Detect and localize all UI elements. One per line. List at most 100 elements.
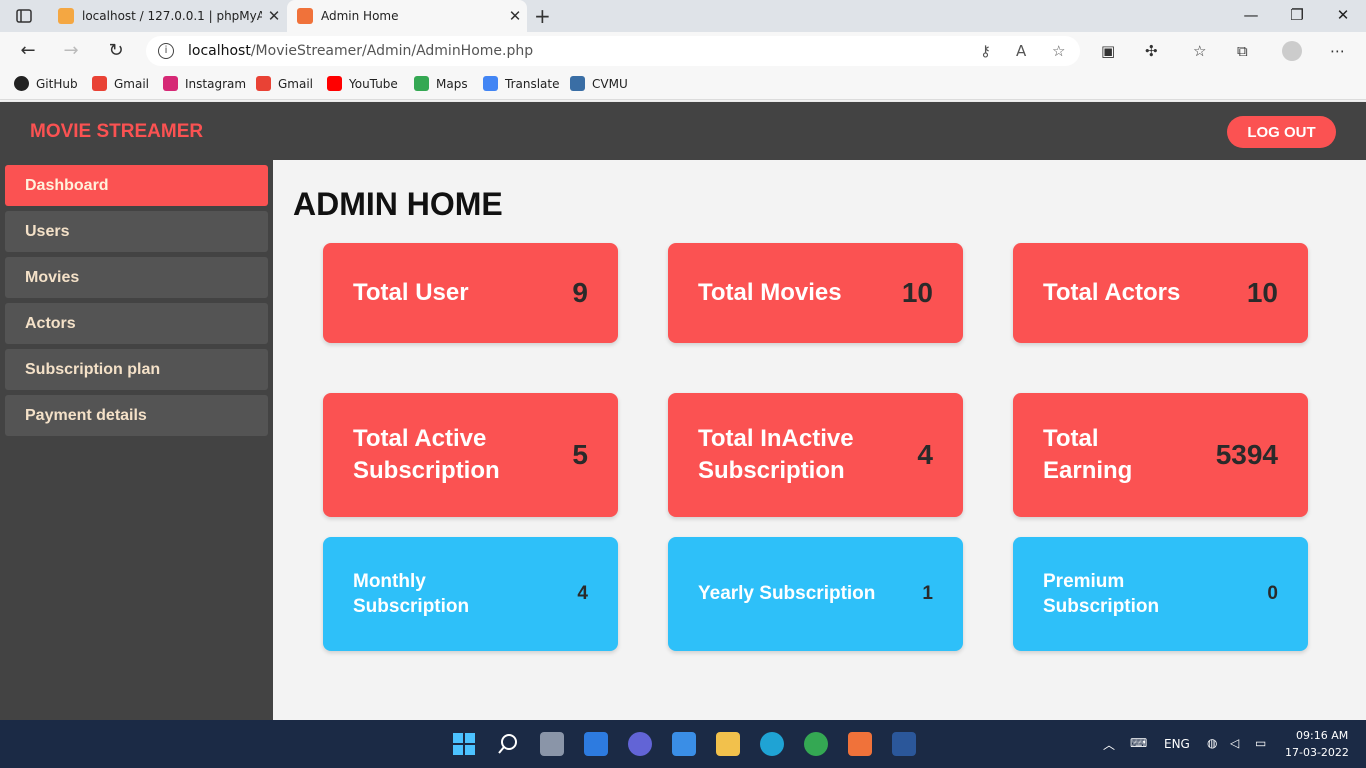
close-icon[interactable]: ✕ [503, 7, 527, 25]
teams-chat-icon[interactable] [628, 732, 652, 756]
edge-icon[interactable] [760, 732, 784, 756]
bookmark-label: YouTube [349, 76, 398, 91]
favorite-add-icon[interactable]: ☆ [1052, 42, 1065, 60]
sidebar-item-movies[interactable]: Movies [5, 257, 268, 298]
minimize-button[interactable]: — [1236, 6, 1266, 24]
clock-time[interactable]: 09:16 AM [1296, 729, 1348, 742]
language-indicator[interactable]: ENG [1164, 737, 1190, 751]
chevron-up-icon[interactable]: ︿ [1103, 736, 1115, 753]
file-explorer-icon[interactable] [716, 732, 740, 756]
plan-card-yearly[interactable]: Yearly Subscription 1 [668, 537, 963, 651]
bookmark-maps[interactable]: Maps [414, 76, 468, 91]
bookmark-gmail[interactable]: Gmail [92, 76, 149, 91]
plan-card-premium[interactable]: Premium Subscription 0 [1013, 537, 1308, 651]
new-tab-button[interactable]: + [534, 4, 551, 28]
keyboard-icon[interactable]: ⌨ [1130, 736, 1147, 750]
tab-phpmyadmin[interactable]: localhost / 127.0.0.1 | phpMyAdmin ✕ [48, 0, 286, 32]
translate-icon [483, 76, 498, 91]
stat-value: 4 [917, 439, 933, 470]
search-icon[interactable] [496, 732, 520, 756]
stat-card-active-subscription[interactable]: Total Active Subscription 5 [323, 393, 618, 517]
instagram-icon [163, 76, 178, 91]
address-toolbar: ← → ↻ i localhost/MovieStreamer/Admin/Ad… [0, 32, 1366, 70]
volume-icon[interactable]: ◁ [1230, 736, 1239, 750]
bookmark-label: Gmail [114, 76, 150, 91]
plan-value: 1 [922, 583, 933, 604]
browser-tab-bar: localhost / 127.0.0.1 | phpMyAdmin ✕ Adm… [0, 0, 1366, 32]
address-bar[interactable]: i localhost/MovieStreamer/Admin/AdminHom… [146, 36, 1080, 66]
stat-value: 5 [572, 439, 588, 470]
restore-button[interactable]: ❐ [1282, 6, 1312, 24]
favorites-icon[interactable]: ☆ [1193, 42, 1206, 60]
plan-label: Yearly Subscription [698, 583, 876, 605]
chrome-icon[interactable] [804, 732, 828, 756]
store-icon[interactable] [672, 732, 696, 756]
tab-title: Admin Home [321, 9, 399, 23]
window-close-button[interactable]: ✕ [1328, 6, 1358, 24]
stat-label: Total InActive Subscription [698, 425, 854, 484]
word-icon[interactable] [892, 732, 916, 756]
sidebar-item-users[interactable]: Users [5, 211, 268, 252]
profile-avatar[interactable] [1282, 41, 1302, 61]
refresh-button[interactable]: ↻ [104, 40, 128, 64]
plan-label: Monthly Subscription [353, 570, 470, 617]
url-text[interactable]: localhost/MovieStreamer/Admin/AdminHome.… [188, 43, 533, 59]
xampp-icon[interactable] [848, 732, 872, 756]
extension-icon[interactable]: ▣ [1101, 42, 1115, 60]
main-content: ADMIN HOME Total User 9 Total Movies 10 … [273, 160, 1366, 720]
windows-start-icon[interactable] [452, 732, 476, 756]
key-icon[interactable]: ⚷ [980, 42, 991, 60]
read-aloud-icon[interactable]: A [1016, 42, 1026, 60]
bookmark-label: Instagram [185, 76, 247, 91]
bookmark-translate[interactable]: Translate [483, 76, 560, 91]
stat-value: 10 [1246, 277, 1278, 308]
stat-label: Total Actors [1043, 279, 1181, 307]
stat-card-inactive-subscription[interactable]: Total InActive Subscription 4 [668, 393, 963, 517]
bookmark-gmail-2[interactable]: Gmail [256, 76, 313, 91]
gmail-icon [256, 76, 271, 91]
back-button[interactable]: ← [16, 40, 40, 64]
more-menu-icon[interactable]: ⋯ [1330, 42, 1345, 60]
collections-icon[interactable]: ⧉ [1237, 42, 1248, 60]
bookmark-label: Gmail [278, 76, 314, 91]
tab-title: localhost / 127.0.0.1 | phpMyAdmin [82, 9, 262, 23]
stat-card-total-earning[interactable]: Total Earning 5394 [1013, 393, 1308, 517]
task-view-icon[interactable] [540, 732, 564, 756]
github-icon [14, 76, 29, 91]
bookmark-label: CVMU [592, 76, 628, 91]
close-icon[interactable]: ✕ [262, 7, 286, 25]
youtube-icon [327, 76, 342, 91]
info-icon[interactable]: i [158, 43, 174, 59]
tab-actions-icon[interactable] [14, 6, 34, 26]
stat-card-total-movies[interactable]: Total Movies 10 [668, 243, 963, 343]
bookmark-cvmu[interactable]: CVMU [570, 76, 628, 91]
widgets-icon[interactable] [584, 732, 608, 756]
bookmark-github[interactable]: GitHub [14, 76, 78, 91]
plan-label: Premium Subscription [1043, 570, 1160, 617]
network-icon[interactable]: ◍ [1207, 736, 1217, 750]
sidebar-item-actors[interactable]: Actors [5, 303, 268, 344]
bookmark-instagram[interactable]: Instagram [163, 76, 246, 91]
stat-card-total-user[interactable]: Total User 9 [323, 243, 618, 343]
stat-label: Total Earning [1043, 425, 1133, 484]
battery-icon[interactable]: ▭ [1255, 736, 1266, 750]
sidebar-item-dashboard[interactable]: Dashboard [5, 165, 268, 206]
forward-button[interactable]: → [59, 40, 83, 64]
bookmark-label: Translate [505, 76, 560, 91]
extensions-icon[interactable]: ✣ [1145, 42, 1158, 60]
sidebar-item-subscription-plan[interactable]: Subscription plan [5, 349, 268, 390]
logout-button[interactable]: LOG OUT [1227, 116, 1336, 148]
stat-label: Total User [353, 279, 469, 307]
page-title: ADMIN HOME [293, 186, 503, 222]
sidebar-item-payment-details[interactable]: Payment details [5, 395, 268, 436]
stat-label: Total Active Subscription [353, 425, 500, 484]
brand-logo[interactable]: MOVIE STREAMER [30, 121, 203, 143]
plan-value: 4 [577, 583, 588, 604]
clock-date[interactable]: 17-03-2022 [1285, 746, 1349, 759]
stat-card-total-actors[interactable]: Total Actors 10 [1013, 243, 1308, 343]
taskbar: ︿ ⌨ ENG ◍ ◁ ▭ 09:16 AM 17-03-2022 [0, 720, 1366, 768]
plan-card-monthly[interactable]: Monthly Subscription 4 [323, 537, 618, 651]
bookmark-label: GitHub [36, 76, 78, 91]
tab-admin-home[interactable]: Admin Home ✕ [287, 0, 527, 32]
bookmark-youtube[interactable]: YouTube [327, 76, 398, 91]
